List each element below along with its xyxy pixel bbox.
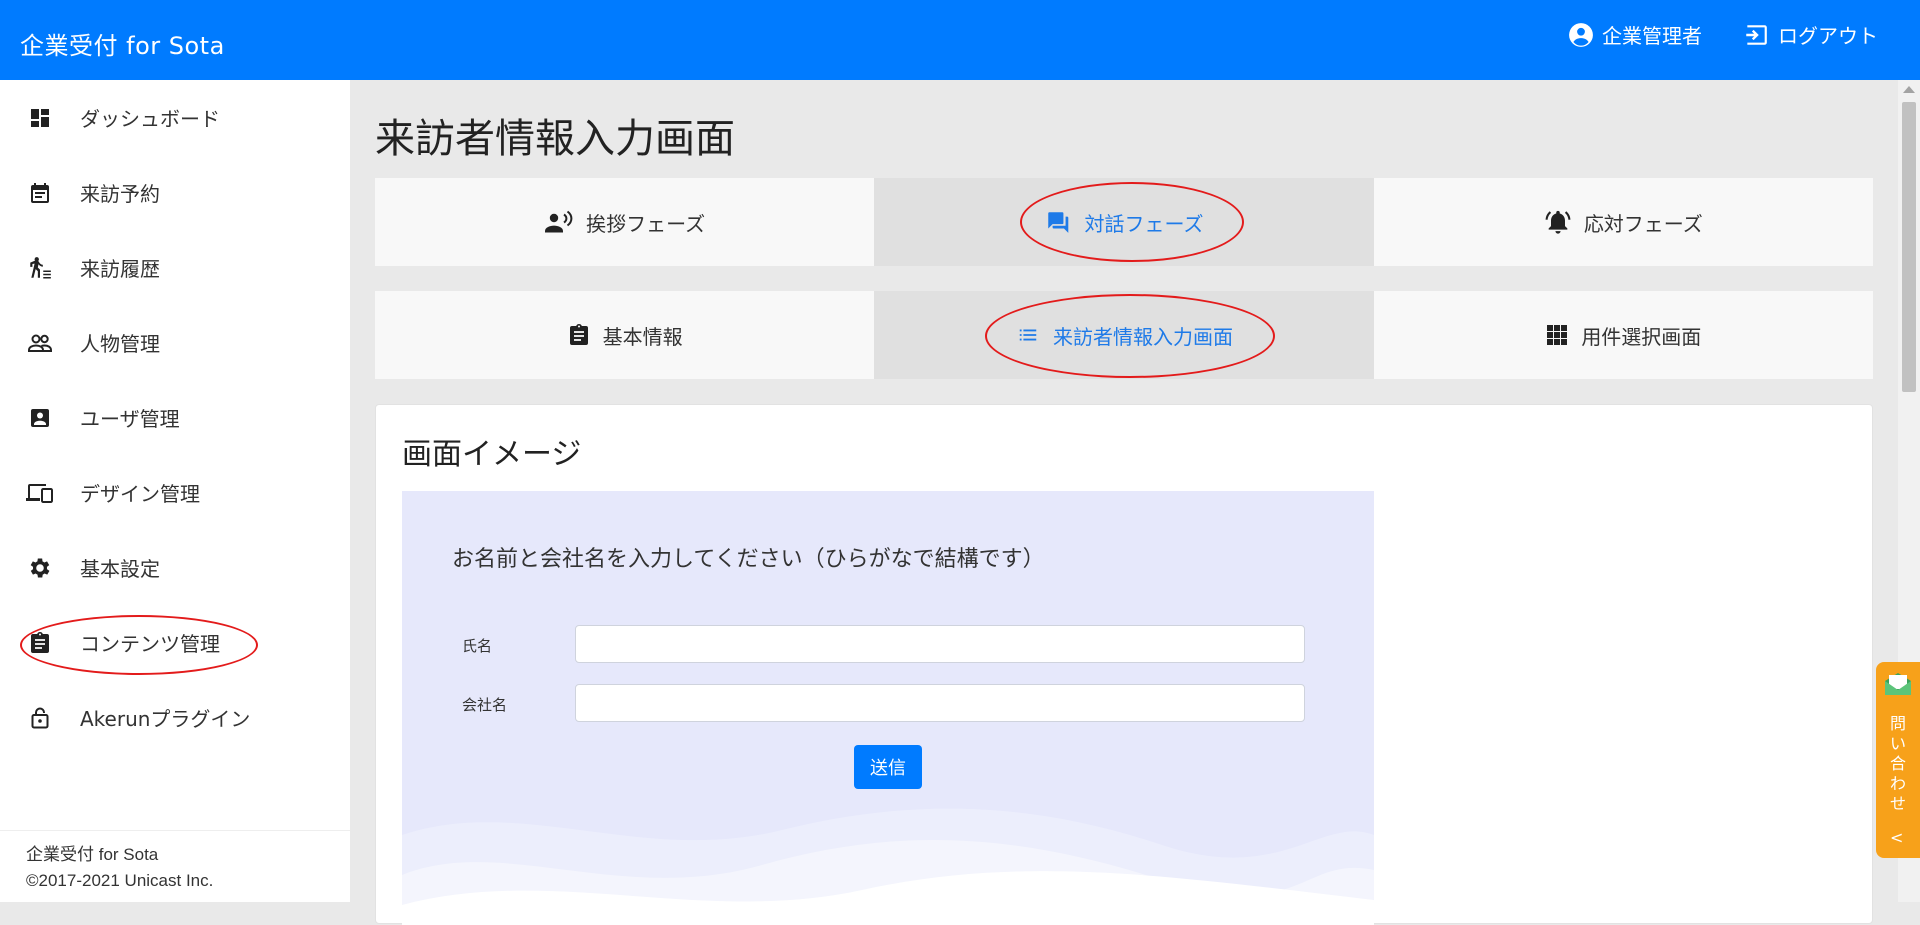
- user-label: 企業管理者: [1602, 24, 1702, 48]
- account-box-icon: [26, 404, 54, 432]
- name-label: 氏名: [462, 637, 493, 655]
- tab-label: 挨拶フェーズ: [586, 211, 706, 236]
- page-title: 来訪者情報入力画面: [375, 116, 735, 162]
- main-content: 来訪者情報入力画面 挨拶フェーズ 対話フェーズ 応対フェーズ 基本情報 来訪者情…: [350, 80, 1898, 925]
- company-label: 会社名: [462, 696, 508, 714]
- tab-label: 基本情報: [602, 324, 683, 349]
- sidebar-item-label: 基本設定: [80, 557, 160, 581]
- devices-icon: [26, 479, 54, 507]
- user-menu[interactable]: 企業管理者: [1568, 20, 1702, 49]
- tab-dialogue-phase[interactable]: 対話フェーズ: [874, 178, 1374, 266]
- screen-image-card: 画面イメージ お名前と会社名を入力してください（ひらがなで結構です） 氏名 会社…: [375, 404, 1873, 925]
- sidebar-item-label: ダッシュボード: [80, 107, 220, 131]
- lock-open-icon: [26, 704, 54, 732]
- calendar-icon: [26, 179, 54, 207]
- sidebar-item-design[interactable]: デザイン管理: [0, 455, 350, 530]
- walking-person-icon: [26, 254, 54, 282]
- tab-label: 対話フェーズ: [1084, 211, 1204, 236]
- tab-greeting-phase[interactable]: 挨拶フェーズ: [375, 178, 875, 266]
- clipboard-icon: [569, 324, 588, 345]
- sidebar-item-label: 来訪履歴: [80, 257, 160, 281]
- chevron-left-icon: <: [1890, 828, 1904, 847]
- tab-response-phase[interactable]: 応対フェーズ: [1373, 178, 1873, 266]
- logout-button[interactable]: ログアウト: [1742, 20, 1878, 49]
- sidebar-item-people[interactable]: 人物管理: [0, 305, 350, 380]
- tab-label: 応対フェーズ: [1583, 211, 1703, 236]
- name-input[interactable]: [575, 625, 1305, 663]
- clipboard-icon: [26, 629, 54, 657]
- screen-tabs: 基本情報 来訪者情報入力画面 用件選択画面: [375, 291, 1873, 379]
- sidebar-item-label: コンテンツ管理: [80, 632, 220, 656]
- account-circle-icon: [1569, 22, 1593, 47]
- sidebar: ダッシュボード 来訪予約 来訪履歴 人物管理 ユーザ管理 デザイン管理 基本設定…: [0, 80, 350, 902]
- bell-icon: [1545, 210, 1571, 234]
- logout-label: ログアウト: [1778, 24, 1878, 48]
- dashboard-icon: [26, 104, 54, 132]
- card-title: 画面イメージ: [402, 437, 582, 472]
- logout-icon: [1746, 24, 1767, 45]
- speaking-person-icon: [545, 210, 573, 233]
- sidebar-item-label: デザイン管理: [80, 482, 200, 506]
- sidebar-item-contents[interactable]: コンテンツ管理: [0, 605, 350, 680]
- grid-icon: [1547, 325, 1568, 345]
- tab-label: 来訪者情報入力画面: [1052, 324, 1233, 349]
- submit-button[interactable]: 送信: [854, 745, 922, 789]
- app-header: 企業受付 for Sota 企業管理者 ログアウト: [0, 0, 1920, 80]
- phase-tabs: 挨拶フェーズ 対話フェーズ 応対フェーズ: [375, 178, 1873, 266]
- tab-visitor-input-screen[interactable]: 来訪者情報入力画面: [874, 291, 1374, 379]
- chat-icon: [1048, 212, 1069, 233]
- sidebar-item-label: ユーザ管理: [80, 407, 180, 431]
- footer-copyright: ©2017-2021 Unicast Inc.: [26, 871, 214, 890]
- sidebar-item-akerun[interactable]: Akerunプラグイン: [0, 680, 350, 755]
- sidebar-item-label: Akerunプラグイン: [80, 707, 251, 731]
- sidebar-item-dashboard[interactable]: ダッシュボード: [0, 80, 350, 155]
- sidebar-item-visit-reservations[interactable]: 来訪予約: [0, 155, 350, 230]
- list-icon: [1019, 329, 1037, 341]
- contact-tab[interactable]: 問い合わせ <: [1876, 662, 1920, 858]
- screen-preview: お名前と会社名を入力してください（ひらがなで結構です） 氏名 会社名 送信: [402, 491, 1374, 925]
- footer-app-name: 企業受付 for Sota: [26, 845, 159, 864]
- sidebar-footer: 企業受付 for Sota ©2017-2021 Unicast Inc.: [0, 830, 350, 902]
- scroll-up-arrow-icon[interactable]: [1903, 86, 1915, 93]
- wave-decoration: [402, 808, 1374, 925]
- sidebar-item-settings[interactable]: 基本設定: [0, 530, 350, 605]
- sidebar-item-label: 人物管理: [80, 332, 160, 356]
- mail-icon: [1885, 673, 1911, 695]
- tab-label: 用件選択画面: [1581, 324, 1702, 349]
- people-icon: [26, 329, 54, 357]
- sidebar-item-users[interactable]: ユーザ管理: [0, 380, 350, 455]
- contact-label: 問い合わせ: [1889, 714, 1906, 813]
- tab-basic-info[interactable]: 基本情報: [375, 291, 875, 379]
- gear-icon: [26, 554, 54, 582]
- tab-purpose-select-screen[interactable]: 用件選択画面: [1373, 291, 1873, 379]
- sidebar-item-label: 来訪予約: [80, 182, 160, 206]
- company-input[interactable]: [575, 684, 1305, 722]
- sidebar-item-visit-history[interactable]: 来訪履歴: [0, 230, 350, 305]
- app-brand[interactable]: 企業受付 for Sota: [20, 26, 225, 61]
- scrollbar-thumb[interactable]: [1902, 102, 1916, 392]
- preview-prompt: お名前と会社名を入力してください（ひらがなで結構です）: [452, 547, 1045, 572]
